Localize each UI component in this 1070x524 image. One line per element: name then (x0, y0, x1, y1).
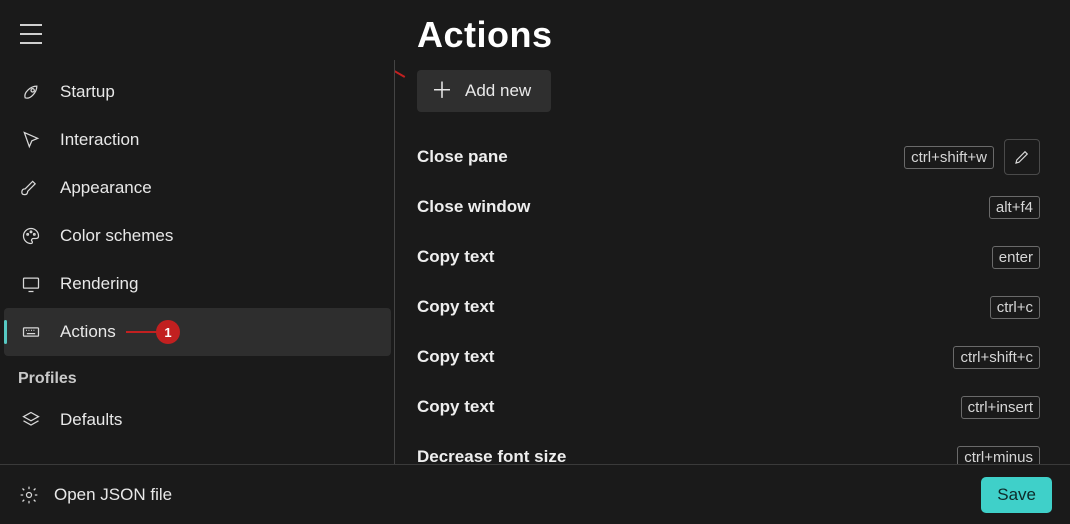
keybinding-chip: ctrl+minus (957, 446, 1040, 465)
pencil-icon (1013, 148, 1031, 166)
sidebar-item-interaction[interactable]: Interaction (0, 116, 395, 164)
sidebar-item-defaults[interactable]: Defaults (0, 396, 395, 444)
sidebar-item-label: Color schemes (60, 226, 173, 246)
open-json-file-label: Open JSON file (54, 485, 172, 505)
sidebar-item-label: Interaction (60, 130, 139, 150)
add-new-button[interactable]: ＋ Add new (417, 70, 551, 112)
layers-icon (20, 409, 42, 431)
palette-icon (20, 225, 42, 247)
annotation-line-2 (395, 64, 405, 78)
keyboard-icon (20, 321, 42, 343)
annotation-line-1 (126, 331, 158, 333)
action-row[interactable]: Copy textctrl+insert (417, 382, 1040, 432)
hamburger-menu-button[interactable] (20, 20, 60, 48)
cursor-icon (20, 129, 42, 151)
gear-icon (18, 484, 40, 506)
rocket-icon (20, 81, 42, 103)
main-content: Actions 2 ＋ Add new Close panectrl+shift… (395, 0, 1070, 464)
sidebar: Startup Interaction Appearance Color sch… (0, 0, 395, 464)
sidebar-item-label: Rendering (60, 274, 138, 294)
profiles-header: Profiles (0, 356, 395, 396)
sidebar-item-label: Appearance (60, 178, 152, 198)
action-name: Close window (417, 197, 989, 217)
page-title: Actions (417, 14, 1040, 56)
keybinding-chip: ctrl+c (990, 296, 1040, 319)
save-button[interactable]: Save (981, 477, 1052, 513)
annotation-badge-1: 1 (156, 320, 180, 344)
edit-action-button[interactable] (1004, 139, 1040, 175)
action-name: Close pane (417, 147, 904, 167)
footer-bar: Open JSON file Save (0, 464, 1070, 524)
sidebar-item-color-schemes[interactable]: Color schemes (0, 212, 395, 260)
monitor-icon (20, 273, 42, 295)
action-row[interactable]: Copy textctrl+shift+c (417, 332, 1040, 382)
action-row[interactable]: Decrease font sizectrl+minus (417, 432, 1040, 464)
open-json-file-button[interactable]: Open JSON file (18, 484, 172, 506)
add-new-label: Add new (465, 81, 531, 101)
action-row[interactable]: Copy textenter (417, 232, 1040, 282)
sidebar-item-appearance[interactable]: Appearance (0, 164, 395, 212)
sidebar-item-actions[interactable]: Actions 1 (4, 308, 391, 356)
sidebar-item-label: Startup (60, 82, 115, 102)
action-name: Copy text (417, 347, 953, 367)
action-name: Decrease font size (417, 447, 957, 464)
sidebar-divider (394, 60, 395, 464)
action-name: Copy text (417, 297, 990, 317)
keybinding-chip: enter (992, 246, 1040, 269)
sidebar-item-label: Actions (60, 322, 116, 342)
sidebar-item-label: Defaults (60, 410, 122, 430)
keybinding-chip: ctrl+insert (961, 396, 1040, 419)
action-row[interactable]: Copy textctrl+c (417, 282, 1040, 332)
sidebar-item-rendering[interactable]: Rendering (0, 260, 395, 308)
action-name: Copy text (417, 247, 992, 267)
brush-icon (20, 177, 42, 199)
keybinding-chip: ctrl+shift+w (904, 146, 994, 169)
action-row[interactable]: Close windowalt+f4 (417, 182, 1040, 232)
keybinding-chip: ctrl+shift+c (953, 346, 1040, 369)
action-row[interactable]: Close panectrl+shift+w (417, 132, 1040, 182)
sidebar-item-startup[interactable]: Startup (0, 68, 395, 116)
plus-icon: ＋ (431, 80, 453, 102)
keybinding-chip: alt+f4 (989, 196, 1040, 219)
action-name: Copy text (417, 397, 961, 417)
